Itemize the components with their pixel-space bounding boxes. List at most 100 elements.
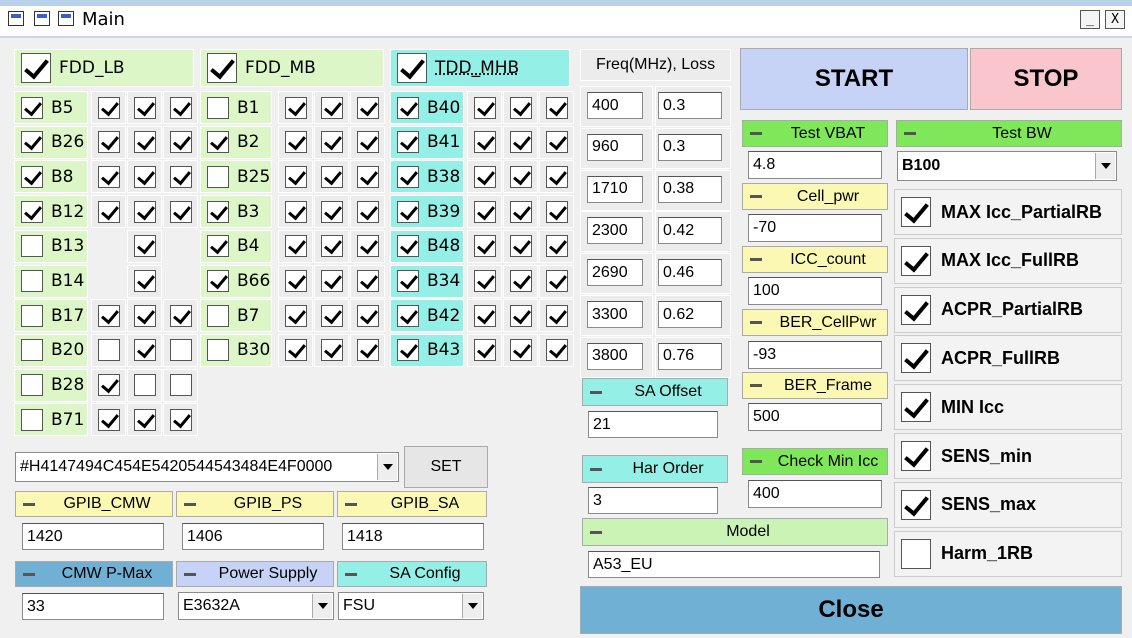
minimize-button[interactable]: _ — [1080, 10, 1100, 29]
icc-count-input[interactable]: 100 — [748, 277, 882, 305]
band-option[interactable] — [163, 403, 198, 437]
option-checkbox[interactable] — [473, 96, 496, 119]
band-B8-checkbox[interactable] — [21, 165, 43, 188]
option-checkbox[interactable] — [545, 131, 568, 154]
band-option[interactable] — [350, 333, 385, 367]
band-B3[interactable]: B3 — [200, 195, 272, 229]
option-checkbox[interactable] — [545, 235, 568, 258]
option-checkbox[interactable] — [545, 200, 568, 223]
band-B43[interactable]: B43 — [390, 333, 464, 367]
option-checkbox[interactable] — [320, 165, 343, 188]
test-checkbox[interactable] — [901, 294, 931, 325]
band-B34-checkbox[interactable] — [397, 270, 419, 292]
option-checkbox[interactable] — [473, 131, 496, 154]
band-B71-checkbox[interactable] — [21, 408, 43, 431]
band-B38-checkbox[interactable] — [397, 165, 419, 188]
start-button[interactable]: START — [740, 48, 968, 110]
option-checkbox[interactable] — [509, 96, 532, 119]
band-option[interactable] — [127, 403, 162, 437]
band-option[interactable] — [467, 229, 502, 263]
freq-input[interactable]: 1710 — [587, 175, 643, 203]
option-checkbox[interactable] — [473, 339, 496, 362]
freq-input[interactable]: 3300 — [587, 301, 643, 328]
tdd_mhb-header[interactable]: TDD_MHB — [390, 49, 570, 87]
option-checkbox[interactable] — [133, 339, 156, 362]
option-checkbox[interactable] — [545, 96, 568, 119]
option-checkbox[interactable] — [133, 165, 156, 188]
band-B28[interactable]: B28 — [14, 368, 88, 402]
sa-config-select[interactable]: FSU — [338, 592, 484, 620]
band-option[interactable] — [278, 299, 313, 333]
band-option[interactable] — [278, 229, 313, 263]
band-B12-checkbox[interactable] — [21, 200, 43, 223]
band-B8[interactable]: B8 — [14, 160, 88, 194]
band-option[interactable] — [91, 333, 126, 367]
band-B3-checkbox[interactable] — [207, 200, 229, 223]
band-B41[interactable]: B41 — [390, 125, 464, 159]
band-B13-checkbox[interactable] — [21, 235, 43, 258]
test-acpr-fullrb[interactable]: ACPR_FullRB — [894, 335, 1122, 382]
option-checkbox[interactable] — [133, 96, 156, 119]
vbat-input[interactable]: 4.8 — [748, 151, 882, 179]
option-checkbox[interactable] — [169, 165, 192, 188]
loss-input[interactable]: 0.3 — [658, 133, 722, 161]
band-option[interactable] — [503, 333, 538, 367]
power-supply-select[interactable]: E3632A — [178, 592, 334, 620]
band-option[interactable] — [91, 125, 126, 159]
test-acpr-partialrb[interactable]: ACPR_PartialRB — [894, 286, 1122, 333]
option-checkbox[interactable] — [169, 374, 192, 397]
band-option[interactable] — [503, 91, 538, 124]
band-option[interactable] — [163, 91, 198, 124]
fdd_lb-header[interactable]: FDD_LB — [14, 49, 194, 87]
band-B17-checkbox[interactable] — [21, 304, 43, 327]
band-option[interactable] — [127, 333, 162, 367]
band-option[interactable] — [539, 333, 574, 367]
band-option[interactable] — [539, 264, 574, 298]
band-B42[interactable]: B42 — [390, 299, 464, 333]
sa-offset-input[interactable]: 21 — [588, 411, 718, 438]
option-checkbox[interactable] — [97, 96, 120, 119]
band-option[interactable] — [467, 299, 502, 333]
option-checkbox[interactable] — [133, 131, 156, 154]
band-B38[interactable]: B38 — [390, 160, 464, 194]
band-option[interactable] — [350, 299, 385, 333]
band-option[interactable] — [314, 264, 349, 298]
chevron-down-icon[interactable] — [312, 594, 332, 618]
option-checkbox[interactable] — [133, 200, 156, 223]
option-checkbox[interactable] — [509, 131, 532, 154]
tdd_mhb-header-checkbox[interactable] — [397, 53, 427, 83]
band-B40[interactable]: B40 — [390, 91, 464, 124]
test-min-icc[interactable]: MIN Icc — [894, 384, 1122, 431]
option-checkbox[interactable] — [133, 408, 156, 431]
band-option[interactable] — [278, 160, 313, 194]
option-checkbox[interactable] — [284, 131, 307, 154]
test-max-icc-fullrb[interactable]: MAX Icc_FullRB — [894, 237, 1122, 284]
fdd_mb-header[interactable]: FDD_MB — [200, 49, 384, 87]
band-option[interactable] — [539, 91, 574, 124]
band-B66-checkbox[interactable] — [207, 270, 229, 292]
band-option[interactable] — [539, 125, 574, 159]
band-B48-checkbox[interactable] — [397, 235, 419, 258]
band-B14[interactable]: B14 — [14, 264, 88, 298]
band-B66[interactable]: B66 — [200, 264, 272, 298]
band-option[interactable] — [503, 264, 538, 298]
test-checkbox[interactable] — [901, 489, 931, 520]
option-checkbox[interactable] — [356, 339, 379, 362]
option-checkbox[interactable] — [320, 339, 343, 362]
option-checkbox[interactable] — [169, 339, 192, 362]
option-checkbox[interactable] — [320, 96, 343, 119]
freq-input[interactable]: 960 — [587, 133, 643, 161]
option-checkbox[interactable] — [320, 200, 343, 223]
option-checkbox[interactable] — [509, 235, 532, 258]
option-checkbox[interactable] — [473, 200, 496, 223]
band-option[interactable] — [163, 195, 198, 229]
option-checkbox[interactable] — [545, 339, 568, 362]
option-checkbox[interactable] — [473, 165, 496, 188]
band-B25[interactable]: B25 — [200, 160, 272, 194]
band-option[interactable] — [163, 160, 198, 194]
test-checkbox[interactable] — [901, 343, 931, 374]
option-checkbox[interactable] — [169, 200, 192, 223]
band-option[interactable] — [539, 195, 574, 229]
option-checkbox[interactable] — [284, 339, 307, 362]
option-checkbox[interactable] — [509, 304, 532, 327]
